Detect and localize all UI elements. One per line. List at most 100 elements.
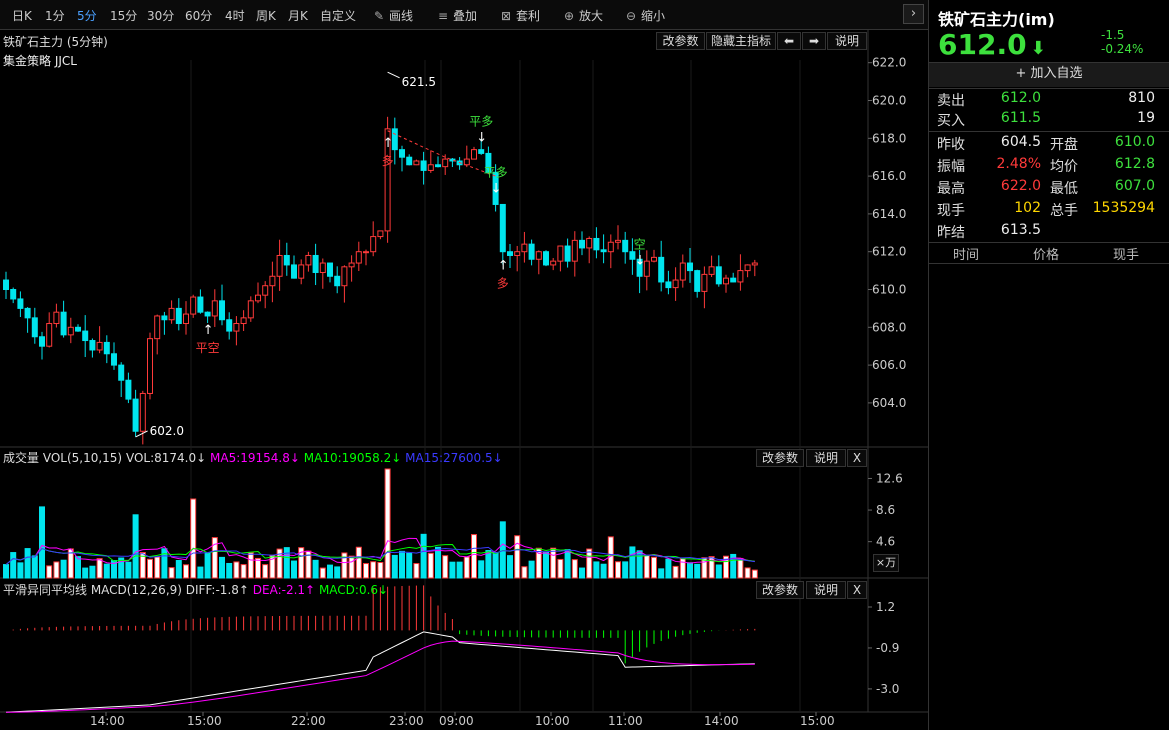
price-tick-label: 608.0 [872, 320, 906, 334]
time-tick-label: 10:00 [535, 714, 570, 728]
volume-unit-button[interactable]: ×万 [873, 554, 899, 572]
volume-bar [600, 563, 607, 579]
volume-bar [3, 564, 9, 579]
volume-bar [687, 562, 693, 579]
volume-bar [629, 546, 636, 579]
volume-bar [694, 563, 701, 579]
volume-bar [384, 468, 391, 579]
macd-dea-line [5, 640, 755, 713]
candle-body [154, 315, 161, 340]
candle-body [262, 285, 269, 296]
candle-body [298, 264, 305, 279]
macd-close-button[interactable]: X [847, 581, 867, 599]
volume-bar [463, 556, 470, 579]
volume-close-button[interactable]: X [847, 449, 867, 467]
candle-body [363, 251, 369, 254]
candle-body [399, 149, 405, 158]
macd-diff-line [5, 631, 755, 713]
volume-bar [197, 566, 204, 579]
volume-bar [492, 551, 499, 579]
macd-dea: DEA:-2.1↑ [252, 583, 316, 597]
arrow-down-icon: ↓ [635, 253, 646, 268]
volume-bar [291, 560, 297, 579]
candle-body [305, 254, 312, 266]
candle-body [737, 270, 744, 283]
time-tick-label: 23:00 [389, 714, 424, 728]
volume-tick-label: 4.6 [876, 535, 895, 549]
volume-bar [283, 547, 290, 579]
candle-body [751, 262, 758, 266]
volume-bar [31, 555, 38, 579]
volume-bar [665, 558, 672, 579]
price-tick-label: 612.0 [872, 245, 906, 259]
volume-bar [499, 521, 506, 579]
volume-bar [319, 567, 326, 579]
candle-body [118, 364, 125, 381]
volume-bar [219, 556, 225, 579]
candle-body [355, 251, 362, 264]
macd-params-button[interactable]: 改参数 [756, 581, 804, 599]
volume-bar [39, 506, 45, 579]
volume-bar [651, 556, 657, 579]
signal-label: 平多 [469, 114, 493, 128]
price-tick-label: 618.0 [872, 131, 906, 145]
volume-bar [557, 558, 564, 579]
price-tick-label: 620.0 [872, 94, 906, 108]
volume-bar [406, 552, 413, 579]
volume-bar [132, 514, 139, 579]
kline-chart[interactable]: 622.0 620.0 618.0 616.0 614.0 612.0 610.0 608.0… [0, 0, 928, 730]
time-tick-label: 22:00 [291, 714, 326, 728]
volume-title: 成交量 VOL(5,10,15) [3, 451, 123, 465]
candle-body [111, 353, 117, 366]
candle-body [528, 243, 535, 260]
macd-help-button[interactable]: 说明 [806, 581, 846, 599]
bid-row: 买入 611.5 19 [937, 110, 1155, 129]
volume-help-button[interactable]: 说明 [806, 449, 846, 467]
candle-body [615, 239, 621, 243]
ask-volume: 810 [1128, 90, 1155, 106]
candle-body [175, 307, 182, 325]
candle-body [183, 313, 189, 325]
volume-bar [449, 561, 456, 579]
candle-body [370, 236, 377, 253]
price-tick-label: 616.0 [872, 169, 906, 183]
candle-body [139, 392, 146, 432]
candle-body [53, 311, 60, 325]
add-watchlist-button[interactable]: + 加入自选 [929, 63, 1169, 87]
candle-body [334, 275, 341, 287]
low-pointer [135, 430, 148, 438]
candle-body [312, 254, 319, 273]
candle-body [507, 251, 513, 256]
candle-body [269, 275, 276, 287]
candle-body [190, 296, 197, 315]
candle-body [67, 326, 74, 336]
volume-bar [75, 556, 81, 579]
price-tick-label: 604.0 [872, 396, 906, 410]
candle-body [658, 256, 665, 283]
volume-bar [593, 561, 600, 579]
volume-ma15: MA15:27600.5↓ [405, 451, 503, 465]
volume-bar [615, 561, 621, 579]
stats-row: 最高 622.0 最低 607.0 [937, 178, 1155, 197]
candle-body [283, 254, 290, 266]
volume-ma5: MA5:19154.8↓ [210, 451, 300, 465]
candle-body [420, 160, 427, 171]
arrow-down-icon: ⬇ [1030, 38, 1046, 59]
volume-bar [247, 552, 254, 579]
volume-bar [60, 559, 67, 579]
candle-body [708, 266, 715, 275]
arrow-down-icon: ↓ [476, 130, 487, 145]
volume-bar [478, 560, 485, 579]
volume-bar [456, 561, 463, 579]
macd-tick-label: -3.0 [876, 682, 899, 696]
volume-params-button[interactable]: 改参数 [756, 449, 804, 467]
candle-body [247, 300, 254, 319]
candle-body [377, 230, 384, 238]
volume-bar [348, 555, 355, 579]
time-tick-label: 15:00 [800, 714, 835, 728]
time-tick-label: 09:00 [439, 714, 474, 728]
volume-bar [125, 561, 132, 579]
volume-bar [226, 562, 233, 579]
candle-body [600, 249, 607, 253]
candle-body [10, 289, 17, 300]
